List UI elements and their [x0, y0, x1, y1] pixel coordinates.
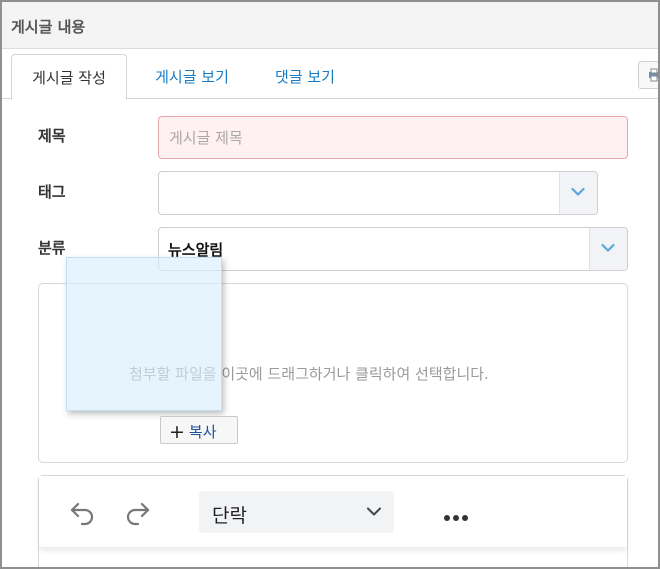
undo-icon — [70, 502, 94, 526]
chevron-down-icon — [367, 507, 381, 516]
tab-view-comments[interactable]: 댓글 보기 — [264, 54, 346, 100]
redo-icon — [126, 502, 150, 526]
category-select[interactable]: 뉴스알림 — [158, 227, 628, 271]
tag-select[interactable] — [158, 171, 598, 215]
print-icon — [649, 68, 658, 82]
redo-button[interactable] — [123, 500, 151, 530]
plus-icon: + — [169, 421, 185, 443]
editor-toolbar: 단락 — [39, 476, 627, 548]
title-bar: 게시글 내용 — [2, 2, 658, 49]
title-label: 제목 — [38, 127, 66, 145]
more-options-button[interactable] — [443, 507, 469, 526]
post-title-input[interactable] — [158, 116, 628, 159]
undo-button[interactable] — [69, 500, 97, 530]
tab-bar: 게시글 작성 게시글 보기 댓글 보기 — [2, 49, 658, 100]
category-label: 분류 — [38, 239, 66, 257]
drag-copy-label: 복사 — [188, 423, 217, 441]
more-icon — [444, 515, 468, 521]
chevron-down-icon — [571, 187, 585, 196]
post-content-window: 게시글 내용 게시글 작성 게시글 보기 댓글 보기 제목 태그 분류 뉴스알림 — [0, 0, 660, 569]
rich-text-editor[interactable]: 단락 — [38, 475, 628, 567]
tab-write-post[interactable]: 게시글 작성 — [11, 54, 127, 100]
window-title: 게시글 내용 — [11, 18, 86, 36]
tab-tool-button[interactable] — [638, 61, 658, 89]
tag-select-toggle[interactable] — [559, 172, 597, 214]
drag-copy-badge: + 복사 — [160, 416, 238, 444]
category-select-toggle[interactable] — [589, 228, 627, 270]
chevron-down-icon — [601, 243, 615, 252]
drag-preview — [66, 257, 222, 411]
tag-label: 태그 — [38, 183, 66, 201]
tab-view-post[interactable]: 게시글 보기 — [142, 54, 242, 100]
block-type-value: 단락 — [212, 505, 247, 527]
block-type-select[interactable]: 단락 — [199, 491, 394, 533]
